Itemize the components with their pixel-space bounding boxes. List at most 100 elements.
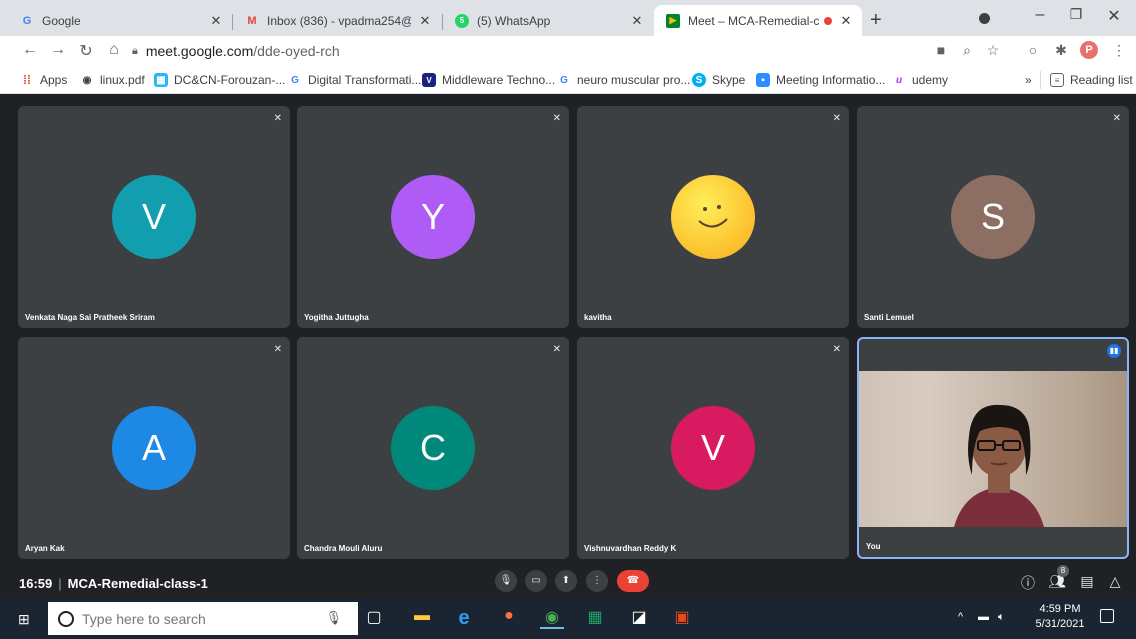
- whatsapp-icon: 5: [455, 13, 469, 28]
- bookmark-udemy[interactable]: u udemy: [892, 73, 948, 87]
- smiley-avatar: [671, 175, 755, 259]
- tab-strip: G Google ✕ M Inbox (836) - vpadma254@gma…: [0, 0, 1136, 36]
- bookmarks-bar: ⁞⁞ Apps ◉ linux.pdf ▦ DC&CN-Forouzan-...…: [0, 66, 1136, 94]
- profile-avatar[interactable]: P: [1080, 41, 1098, 59]
- battery-icon[interactable]: ▬: [978, 611, 989, 623]
- close-icon[interactable]: ✕: [417, 13, 433, 29]
- participant-tile[interactable]: ✕ C Chandra Mouli Aluru: [297, 337, 569, 559]
- browser-toolbar: ← → ↻ ⌂ 🔒︎ meet.google.com/dde-oyed-rch …: [0, 36, 1136, 66]
- tab-title: Google: [42, 13, 81, 28]
- restore-icon[interactable]: ❐: [1066, 6, 1086, 23]
- bookmark-label: Digital Transformati...: [308, 73, 422, 87]
- chrome-icon[interactable]: ◉: [540, 607, 564, 629]
- puzzle-icon[interactable]: ✱: [1052, 42, 1070, 59]
- self-view-tile[interactable]: ▮▮ You: [857, 337, 1129, 559]
- camera-button[interactable]: ▭: [525, 570, 547, 592]
- smiley-face-icon: [698, 205, 728, 228]
- activities-icon[interactable]: △: [1105, 573, 1125, 590]
- skype-icon: S: [692, 73, 706, 87]
- bookmark-label: »: [1025, 73, 1032, 87]
- address-bar[interactable]: 🔒︎ meet.google.com/dde-oyed-rch: [132, 39, 907, 63]
- powerpoint-icon[interactable]: ▣: [670, 607, 694, 629]
- new-tab-button[interactable]: +: [870, 9, 882, 32]
- end-call-button[interactable]: ☎: [617, 570, 649, 592]
- windows-taskbar: ⊞ Type here to search 🎙︎ ▢ ▬ e ● ◉ ▦ ◪ ▣…: [0, 598, 1136, 639]
- zoom-app-icon: ▪: [756, 73, 770, 87]
- bookmark-skype[interactable]: S Skype: [692, 73, 745, 87]
- close-icon[interactable]: ✕: [208, 13, 224, 29]
- tab-search-icon[interactable]: [979, 13, 990, 24]
- mic-button[interactable]: 🎙︎: [495, 570, 517, 592]
- participant-tile[interactable]: ✕ V Venkata Naga Sai Pratheek Sriram: [18, 106, 290, 328]
- close-icon[interactable]: ✕: [629, 13, 645, 29]
- back-icon[interactable]: ←: [20, 41, 40, 59]
- extension-icon[interactable]: ○: [1024, 42, 1042, 58]
- mic-off-icon: ✕: [1112, 113, 1121, 124]
- bookmark-digital[interactable]: G Digital Transformati...: [288, 73, 421, 87]
- bookmark-star-icon[interactable]: ☆: [984, 42, 1002, 59]
- more-vert-icon: ⋮: [592, 575, 602, 586]
- avatar: V: [112, 175, 196, 259]
- mic-icon[interactable]: 🎙︎: [325, 610, 342, 626]
- notification-icon[interactable]: [1100, 609, 1114, 623]
- menu-icon[interactable]: ⋮: [1110, 42, 1128, 59]
- task-view-icon[interactable]: ▢: [362, 607, 386, 629]
- participant-name: Chandra Mouli Aluru: [304, 544, 383, 553]
- camera-icon[interactable]: ■: [932, 42, 950, 58]
- excel-icon[interactable]: ▦: [583, 607, 607, 629]
- bookmark-middleware[interactable]: V Middleware Techno...: [422, 73, 555, 87]
- participant-count-badge: 8: [1057, 565, 1069, 577]
- hang-up-icon: ☎: [626, 575, 640, 586]
- bookmark-dccn[interactable]: ▦ DC&CN-Forouzan-...: [154, 73, 285, 87]
- meeting-details-icon[interactable]: ⓘ: [1018, 573, 1038, 593]
- meeting-name: MCA-Remedial-class-1: [67, 576, 208, 591]
- mic-off-icon: ✕: [832, 344, 841, 355]
- participant-tile[interactable]: ✕ S Santi Lemuel: [857, 106, 1129, 328]
- tab-meet[interactable]: ▶ Meet – MCA-Remedial-class- ✕: [654, 5, 862, 36]
- minimize-icon[interactable]: –: [1030, 6, 1050, 24]
- photos-icon[interactable]: ◪: [627, 607, 651, 629]
- taskbar-clock[interactable]: 4:59 PM 5/31/2021: [1035, 602, 1085, 632]
- taskbar-search-input[interactable]: Type here to search 🎙︎: [48, 602, 358, 635]
- bookmark-neuro[interactable]: G neuro muscular pro...: [557, 73, 690, 87]
- avatar: S: [951, 175, 1035, 259]
- lock-icon: 🔒︎: [132, 44, 138, 57]
- home-icon[interactable]: ⌂: [104, 41, 124, 59]
- participant-tile[interactable]: ✕ V Vishnuvardhan Reddy K: [577, 337, 849, 559]
- tab-google[interactable]: G Google ✕: [8, 5, 232, 36]
- url-host: meet.google.com: [145, 43, 254, 59]
- firefox-icon[interactable]: ●: [497, 607, 521, 629]
- bookmark-meeting[interactable]: ▪ Meeting Informatio...: [756, 73, 885, 87]
- window-close-icon[interactable]: ✕: [1104, 6, 1124, 26]
- gmail-icon: M: [247, 14, 257, 27]
- avatar: V: [671, 406, 755, 490]
- zoom-icon[interactable]: ⌕: [958, 42, 976, 59]
- forward-icon[interactable]: →: [48, 41, 68, 59]
- bookmark-apps[interactable]: ⁞⁞ Apps: [20, 73, 67, 87]
- bookmark-linux-pdf[interactable]: ◉ linux.pdf: [80, 73, 145, 87]
- reload-icon[interactable]: ↻: [76, 41, 96, 61]
- file-explorer-icon[interactable]: ▬: [410, 607, 434, 629]
- volume-icon[interactable]: 🔈︎: [998, 611, 1005, 624]
- tray-chevron-icon[interactable]: ^: [958, 611, 963, 623]
- chat-icon[interactable]: ▤: [1077, 573, 1097, 590]
- bookmarks-more[interactable]: »: [1025, 73, 1032, 87]
- tab-whatsapp[interactable]: 5 (5) WhatsApp ✕: [443, 5, 653, 36]
- meeting-time: 16:59: [19, 576, 53, 591]
- more-options-button[interactable]: ⋮: [586, 570, 608, 592]
- clock-time: 4:59 PM: [1039, 603, 1081, 615]
- cortana-icon: [58, 610, 74, 627]
- participant-name: kavitha: [584, 313, 612, 322]
- windows-start-icon[interactable]: ⊞: [18, 611, 30, 628]
- edge-icon[interactable]: e: [452, 607, 476, 629]
- tab-gmail[interactable]: M Inbox (836) - vpadma254@gmail ✕: [233, 5, 441, 36]
- bookmark-label: Reading list: [1070, 73, 1133, 87]
- participant-name: Vishnuvardhan Reddy K: [584, 544, 677, 553]
- participant-tile[interactable]: ✕ kavitha: [577, 106, 849, 328]
- reading-list[interactable]: ≡ Reading list: [1050, 73, 1133, 87]
- present-button[interactable]: ⬆: [555, 570, 577, 592]
- meet-icon: ▶: [666, 13, 680, 28]
- participant-tile[interactable]: ✕ Y Yogitha Juttugha: [297, 106, 569, 328]
- close-icon[interactable]: ✕: [838, 13, 854, 29]
- participant-tile[interactable]: ✕ A Aryan Kak: [18, 337, 290, 559]
